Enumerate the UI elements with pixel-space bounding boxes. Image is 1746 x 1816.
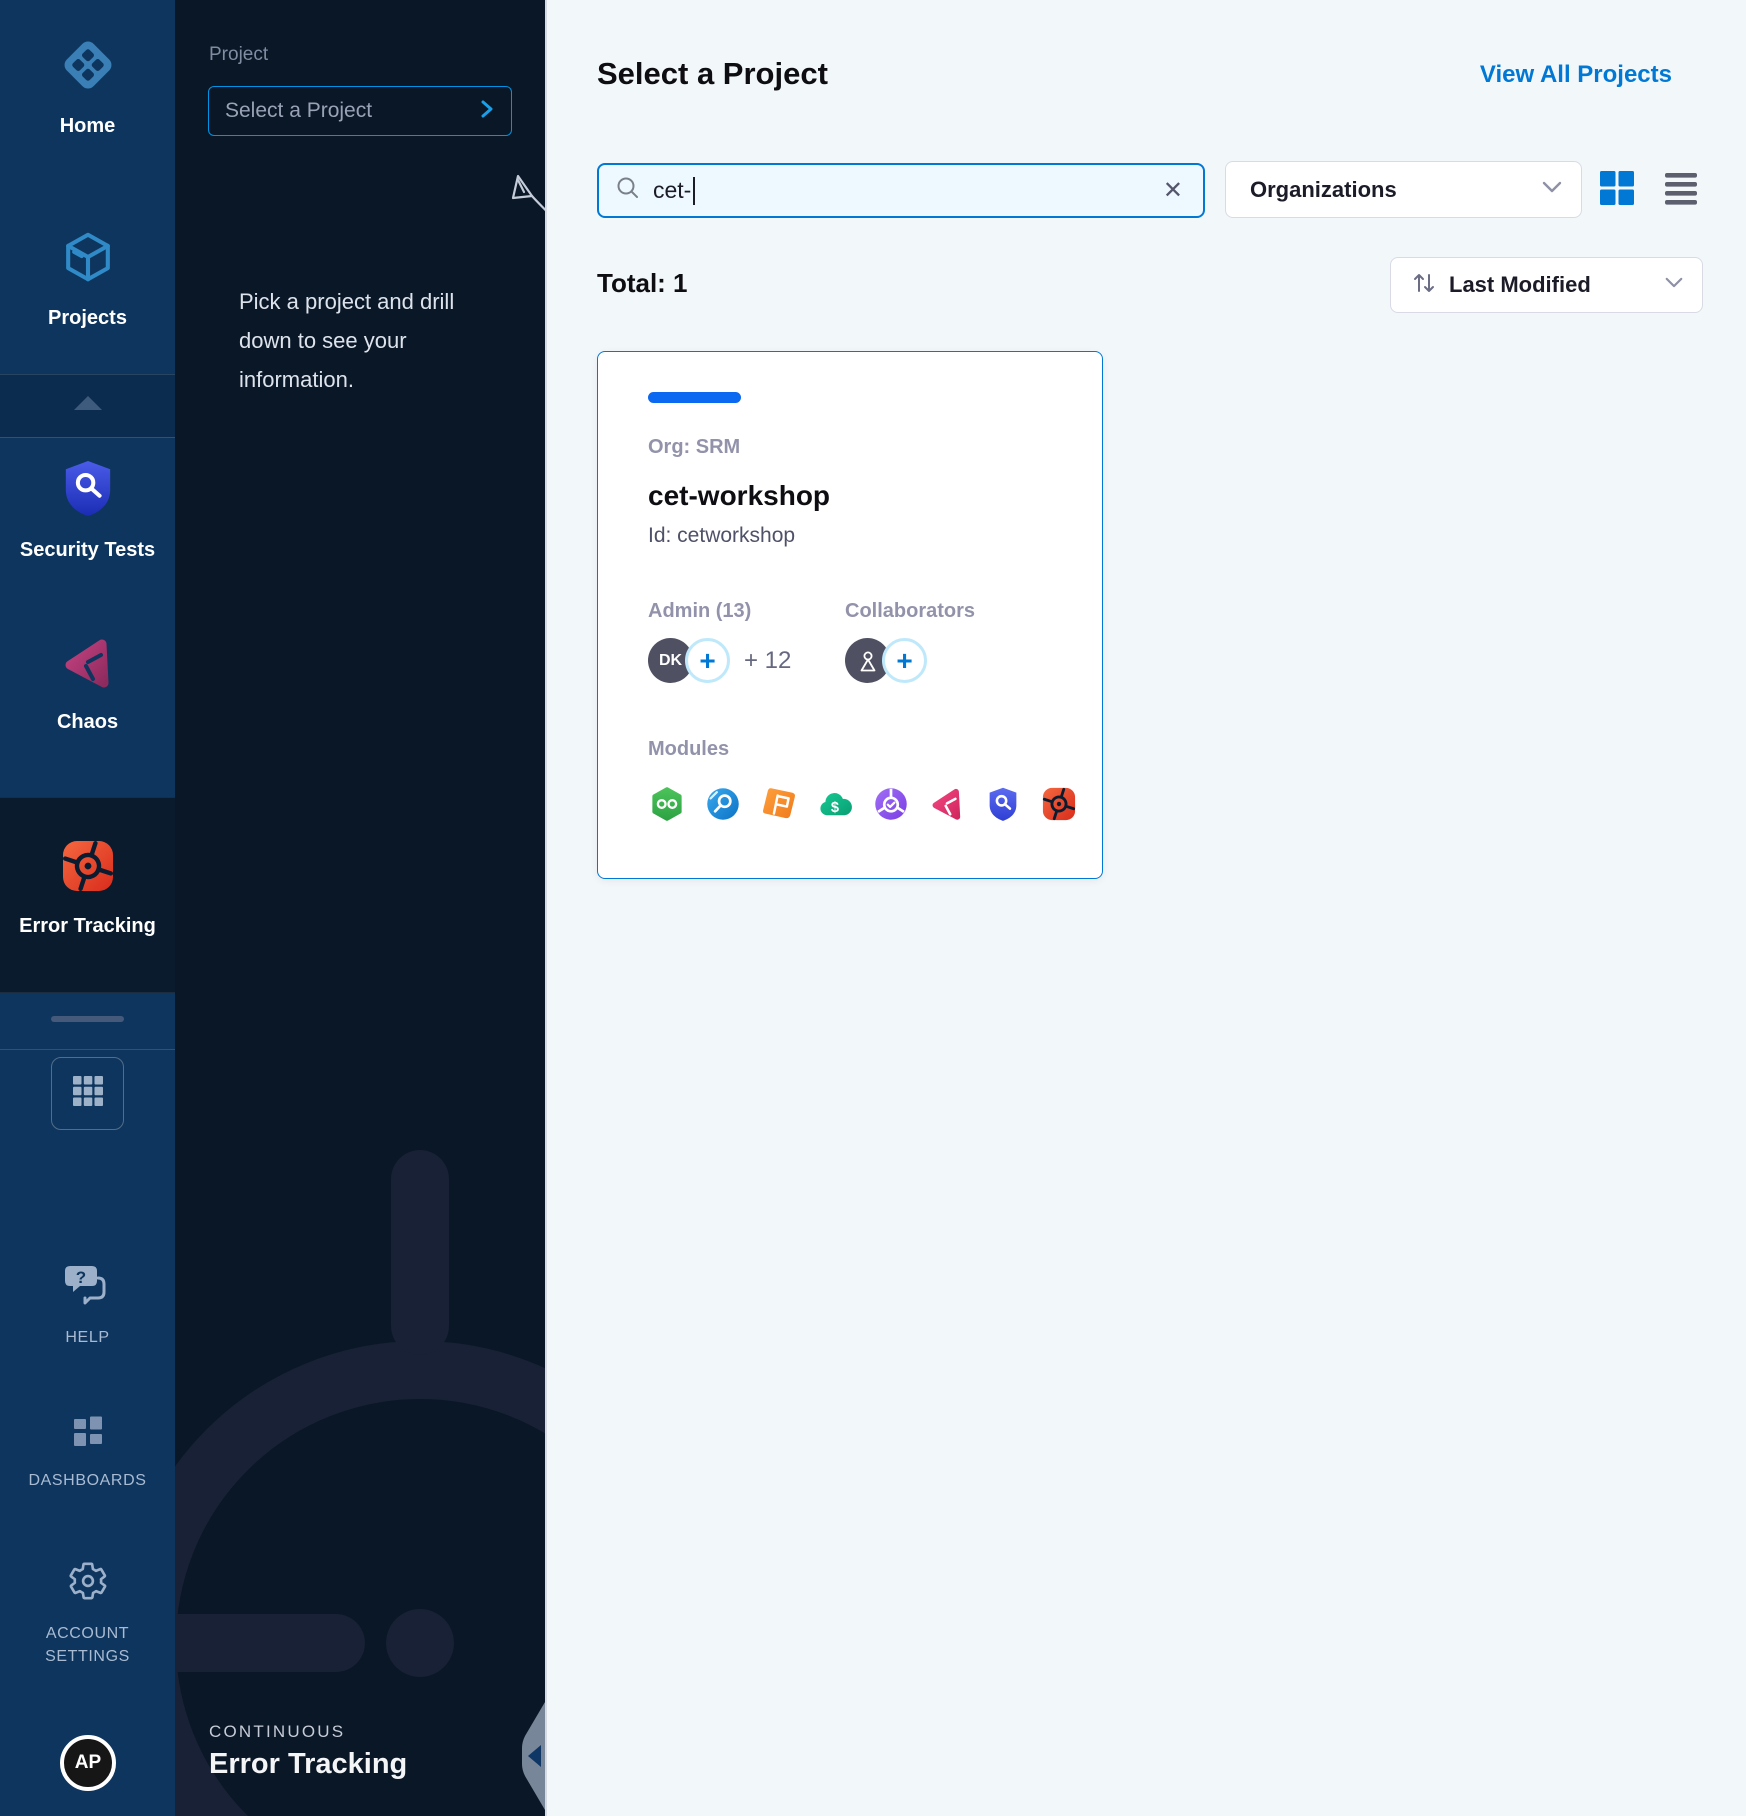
module-picker-button[interactable] — [51, 1057, 124, 1130]
sidebar-item-help[interactable]: ? HELP — [0, 1262, 175, 1349]
page-title: Select a Project — [597, 56, 828, 92]
search-input[interactable]: cet- ✕ — [597, 163, 1205, 218]
search-value: cet- — [653, 177, 691, 204]
admin-extra-count: + 12 — [744, 647, 791, 675]
dashboards-icon — [71, 1415, 105, 1454]
sort-dropdown[interactable]: Last Modified — [1390, 257, 1703, 313]
product-kicker: CONTINUOUS — [209, 1722, 345, 1742]
gear-icon — [67, 1560, 109, 1607]
projects-cube-icon — [59, 228, 117, 291]
project-org: Org: SRM — [648, 436, 740, 459]
sort-arrows-icon — [1411, 270, 1437, 301]
clear-search-button[interactable]: ✕ — [1159, 175, 1187, 207]
error-tracking-module-icon — [1041, 786, 1077, 822]
sidebar-item-error-tracking[interactable]: Error Tracking — [0, 838, 175, 938]
total-count: Total: 1 — [597, 268, 688, 299]
modules-label: Modules — [648, 738, 729, 761]
sidebar-item-label: ACCOUNT SETTINGS — [28, 1622, 148, 1668]
add-admin-button[interactable]: + — [685, 638, 730, 683]
grid-view-button[interactable] — [1599, 170, 1635, 206]
admin-label: Admin (13) — [648, 600, 751, 623]
help-chat-icon: ? — [64, 1262, 112, 1311]
hand-drawn-arrow-illustration — [500, 170, 545, 253]
avatar-initials: DK — [659, 652, 682, 670]
avatar-initials: AP — [75, 1752, 101, 1774]
sidebar-item-label: Home — [60, 114, 116, 138]
project-field-label: Project — [209, 44, 268, 66]
chaos-pinwheel-icon — [60, 636, 116, 695]
chevron-up-icon — [72, 394, 104, 417]
project-name: cet-workshop — [648, 480, 830, 512]
sidebar-item-label: Security Tests — [20, 538, 155, 562]
collaborator-avatars: + — [845, 638, 927, 683]
sidebar-item-label: HELP — [65, 1326, 109, 1349]
divider — [0, 437, 175, 438]
sidebar-item-label: Error Tracking — [19, 914, 156, 938]
admin-avatars: DK + + 12 — [648, 638, 791, 683]
app-grid-icon — [70, 1073, 106, 1114]
project-panel: Project Select a Project Pick a project … — [175, 0, 545, 1816]
divider — [0, 1049, 175, 1050]
grid-view-icon — [1599, 170, 1635, 206]
organizations-filter-dropdown[interactable]: Organizations — [1225, 161, 1582, 218]
sort-value: Last Modified — [1449, 272, 1652, 298]
ci-module-icon — [649, 786, 685, 822]
chevron-down-icon — [1541, 180, 1563, 199]
sidebar-item-projects[interactable]: Projects — [0, 228, 175, 330]
project-selector-value: Select a Project — [225, 99, 479, 123]
view-all-projects-link[interactable]: View All Projects — [1480, 61, 1672, 89]
srm-module-icon — [873, 786, 909, 822]
sidebar: Home Projects — [0, 0, 175, 1816]
sto-module-icon — [985, 786, 1021, 822]
sidebar-item-home[interactable]: Home — [0, 36, 175, 138]
svg-text:?: ? — [75, 1268, 85, 1287]
sidebar-item-label: Chaos — [57, 710, 118, 734]
sidebar-item-label: DASHBOARDS — [28, 1469, 146, 1492]
sidebar-item-security-tests[interactable]: Security Tests — [0, 458, 175, 562]
cloud-cost-module-icon: $ — [817, 786, 853, 822]
project-color-bar — [648, 392, 741, 403]
error-tracking-target-icon — [60, 838, 116, 899]
person-icon — [857, 649, 879, 673]
list-view-icon — [1663, 170, 1699, 206]
sidebar-item-label: Projects — [48, 306, 127, 330]
list-view-button[interactable] — [1663, 170, 1699, 206]
project-card[interactable]: Org: SRM cet-workshop Id: cetworkshop Ad… — [597, 351, 1103, 879]
svg-text:$: $ — [831, 800, 839, 816]
organizations-filter-value: Organizations — [1250, 177, 1541, 203]
project-selector-dropdown[interactable]: Select a Project — [208, 86, 512, 136]
product-name: Error Tracking — [209, 1748, 407, 1781]
sidebar-item-chaos[interactable]: Chaos — [0, 636, 175, 734]
collaborators-label: Collaborators — [845, 600, 975, 623]
target-watermark — [175, 1150, 545, 1816]
text-cursor — [693, 177, 695, 205]
collapse-nav-section-button[interactable] — [0, 374, 175, 437]
project-id: Id: cetworkshop — [648, 524, 795, 548]
sidebar-item-dashboards[interactable]: DASHBOARDS — [0, 1415, 175, 1492]
security-shield-icon — [61, 458, 115, 523]
user-avatar[interactable]: AP — [60, 1735, 116, 1791]
main-content: Select a Project View All Projects cet- … — [545, 0, 1746, 1816]
sidebar-active-section: Error Tracking — [0, 797, 175, 993]
cd-module-icon — [705, 786, 741, 822]
app-window: Home Projects — [0, 0, 1746, 1816]
modules-row: $ — [649, 786, 1077, 822]
chaos-module-icon — [929, 786, 965, 822]
feature-flags-module-icon — [761, 786, 797, 822]
collapse-panel-toggle[interactable] — [515, 1698, 545, 1814]
drag-divider — [51, 1016, 124, 1022]
chevron-right-icon — [479, 98, 495, 125]
search-icon — [615, 175, 641, 206]
chevron-down-icon — [1664, 276, 1684, 294]
sidebar-item-account-settings[interactable]: ACCOUNT SETTINGS — [0, 1560, 175, 1668]
home-icon — [59, 36, 117, 99]
add-collaborator-button[interactable]: + — [882, 638, 927, 683]
empty-state-hint: Pick a project and drill down to see you… — [239, 282, 489, 399]
